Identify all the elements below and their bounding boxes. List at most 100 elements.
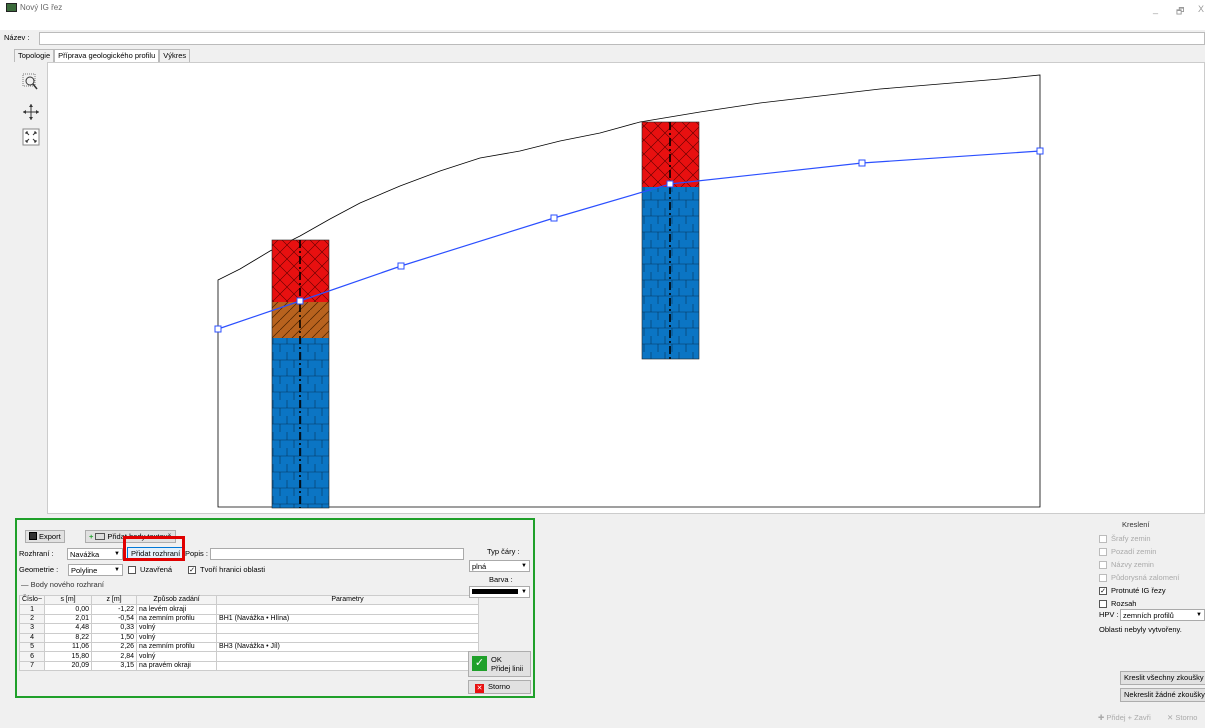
- storno-button[interactable]: ✕ Storno: [468, 680, 531, 694]
- cell-s[interactable]: 15,80: [44, 651, 93, 662]
- draw-all-button[interactable]: Kreslit všechny zkoušky: [1120, 671, 1205, 685]
- cell-cislo[interactable]: 1: [18, 604, 46, 615]
- table-row[interactable]: 6 15,80 2,84 volný: [18, 651, 479, 662]
- cell-z[interactable]: 1,50: [91, 632, 138, 643]
- cell-z[interactable]: -0,54: [91, 613, 138, 625]
- profile-outline: [217, 74, 1041, 508]
- cell-parametry[interactable]: [216, 604, 479, 615]
- maximize-button[interactable]: 🗗: [1176, 4, 1184, 20]
- drawing-option-checkbox[interactable]: [1099, 574, 1107, 582]
- table-row[interactable]: 4 8,22 1,50 volný: [18, 632, 479, 643]
- cell-cislo[interactable]: 5: [18, 641, 46, 653]
- tvori-checkbox[interactable]: ✓: [188, 566, 196, 574]
- col-cislo[interactable]: Číslo~: [18, 594, 46, 606]
- rozhrani-label: Rozhraní :: [19, 549, 54, 558]
- cell-zpusob[interactable]: na levém okraji: [136, 604, 218, 615]
- cell-s[interactable]: 0,00: [44, 604, 93, 615]
- cell-parametry[interactable]: [216, 623, 479, 634]
- add-close-button[interactable]: ✚ Přidej + Zavři: [1098, 713, 1151, 722]
- hpv-select[interactable]: zemních profilů ▼: [1120, 609, 1205, 621]
- cell-cislo[interactable]: 7: [18, 660, 46, 672]
- app-icon: [6, 3, 17, 12]
- ok-label: OK: [491, 655, 502, 664]
- cell-cislo[interactable]: 6: [18, 651, 46, 662]
- save-icon: [29, 532, 37, 540]
- col-s[interactable]: s [m]: [44, 594, 93, 606]
- cell-cislo[interactable]: 4: [18, 632, 46, 643]
- interface-panel: Export + Přidat body textově Rozhraní : N…: [15, 518, 535, 698]
- uzavrena-checkbox[interactable]: [128, 566, 136, 574]
- pan-icon[interactable]: [19, 102, 43, 122]
- cell-s[interactable]: 8,22: [44, 632, 93, 643]
- typ-cary-select[interactable]: plná ▼: [469, 560, 530, 572]
- popis-input[interactable]: [210, 548, 464, 560]
- hpv-value: zemních profilů: [1123, 611, 1174, 620]
- export-label: Export: [39, 532, 61, 541]
- cell-z[interactable]: 2,26: [91, 641, 138, 653]
- points-table[interactable]: Číslo~ s [m] z [m] Způsob zadání Paramet…: [18, 594, 479, 672]
- ok-sublabel: Přidej linii: [491, 664, 524, 673]
- tab-vykres[interactable]: Výkres: [159, 49, 191, 62]
- cell-zpusob[interactable]: volný: [136, 651, 218, 662]
- highlight-annotation: [123, 536, 185, 561]
- rozhrani-select[interactable]: Navážka ▼: [67, 548, 123, 560]
- chevron-down-icon: ▼: [521, 589, 527, 595]
- drawing-options-panel: Kreslení Šrafy zemin Pozadí zemin Názvy ze…: [1092, 518, 1205, 703]
- ok-button[interactable]: ✓ OK Přidej linii: [468, 651, 531, 677]
- cell-s[interactable]: 2,01: [44, 613, 93, 625]
- cell-z[interactable]: 2,84: [91, 651, 138, 662]
- col-z[interactable]: z [m]: [91, 594, 138, 606]
- drawing-option-checkbox[interactable]: [1099, 600, 1107, 608]
- drawing-option-checkbox[interactable]: [1099, 535, 1107, 543]
- col-parametry[interactable]: Parametry: [216, 594, 479, 606]
- cell-cislo[interactable]: 2: [18, 613, 46, 625]
- cell-zpusob[interactable]: na zemním profilu: [136, 613, 218, 625]
- zoom-window-icon[interactable]: [19, 72, 43, 92]
- interface-points: [214, 147, 1044, 333]
- cell-parametry[interactable]: [216, 632, 479, 643]
- drawing-option-label: Půdorysná zalomení: [1111, 573, 1180, 582]
- geometrie-select[interactable]: Polyline ▼: [68, 564, 123, 576]
- cell-z[interactable]: 3,15: [91, 660, 138, 672]
- footer-storno-label: Storno: [1175, 713, 1198, 722]
- cell-zpusob[interactable]: na zemním profilu: [136, 641, 218, 653]
- draw-none-button[interactable]: Nekreslit žádné zkoušky: [1120, 688, 1205, 702]
- close-button[interactable]: X: [1198, 4, 1204, 14]
- tvori-label: Tvoří hranici oblasti: [200, 565, 266, 574]
- cell-zpusob[interactable]: na pravém okraji: [136, 660, 218, 672]
- cell-s[interactable]: 11,06: [44, 641, 93, 653]
- cell-parametry[interactable]: [216, 651, 479, 662]
- col-zpusob[interactable]: Způsob zadání: [136, 594, 218, 606]
- cell-parametry[interactable]: BH3 (Navážka • Jíl): [216, 641, 479, 653]
- cell-s[interactable]: 4,48: [44, 623, 93, 634]
- export-button[interactable]: Export: [25, 530, 65, 543]
- tab-priprava[interactable]: Příprava geologického profilu: [54, 49, 160, 62]
- footer-storno-button[interactable]: ✕ Storno: [1167, 713, 1197, 722]
- drawing-option-checkbox[interactable]: [1099, 548, 1107, 556]
- cell-z[interactable]: 0,33: [91, 623, 138, 634]
- drawing-option-checkbox[interactable]: ✓: [1099, 587, 1107, 595]
- points-group-text: Body nového rozhraní: [30, 580, 104, 589]
- table-row[interactable]: 7 20,09 3,15 na pravém okraji: [18, 660, 479, 672]
- tab-topologie[interactable]: Topologie: [14, 49, 55, 62]
- cell-parametry[interactable]: BH1 (Navážka • Hlína): [216, 613, 479, 625]
- table-row[interactable]: 5 11,06 2,26 na zemním profilu BH3 (Navážka …: [18, 641, 479, 653]
- barva-select[interactable]: ▼: [469, 586, 530, 598]
- minimize-button[interactable]: _: [1153, 4, 1158, 14]
- table-row[interactable]: 3 4,48 0,33 volný: [18, 623, 479, 634]
- check-icon: ✓: [472, 656, 487, 671]
- profile-canvas[interactable]: [48, 62, 1205, 514]
- cell-cislo[interactable]: 3: [18, 623, 46, 634]
- cell-z[interactable]: -1,22: [91, 604, 138, 615]
- cell-zpusob[interactable]: volný: [136, 623, 218, 634]
- table-row[interactable]: 2 2,01 -0,54 na zemním profilu BH1 (Navážka …: [18, 613, 479, 625]
- drawing-option-label: Názvy zemin: [1111, 560, 1154, 569]
- table-row[interactable]: 1 0,00 -1,22 na levém okraji: [18, 604, 479, 615]
- cell-s[interactable]: 20,09: [44, 660, 93, 672]
- name-input[interactable]: [39, 32, 1205, 45]
- drawing-option-label: Protnuté IG řezy: [1111, 586, 1166, 595]
- cell-parametry[interactable]: [216, 660, 479, 672]
- cell-zpusob[interactable]: volný: [136, 632, 218, 643]
- fit-all-icon[interactable]: [19, 127, 43, 147]
- drawing-option-checkbox[interactable]: [1099, 561, 1107, 569]
